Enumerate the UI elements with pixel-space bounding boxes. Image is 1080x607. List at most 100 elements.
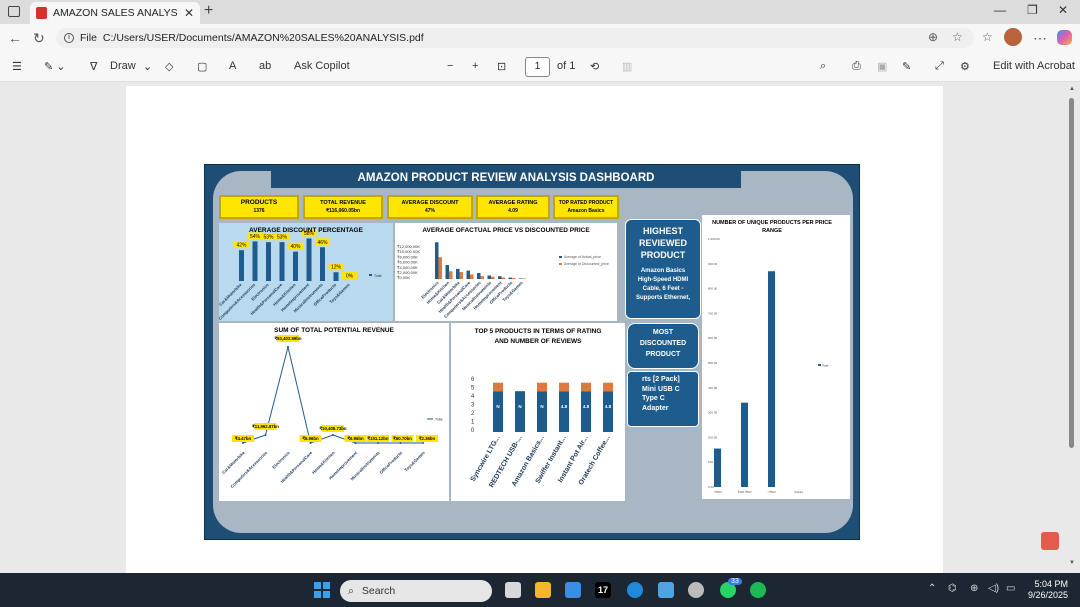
zoom-icon[interactable]: ⊕: [928, 30, 938, 44]
edge-icon[interactable]: [627, 582, 643, 598]
language-icon[interactable]: ⊕: [970, 583, 978, 594]
data-label: 53%: [263, 235, 274, 241]
product-line: Type C: [642, 395, 665, 402]
taskbar-search[interactable]: ⌕ Search: [340, 580, 492, 602]
product-line: Cable, 6 Feet -: [642, 286, 684, 292]
tab-pdf[interactable]: AMAZON SALES ANALYSIS.pdf ✕: [30, 2, 200, 24]
discounted-price-bar: [501, 277, 505, 279]
translate-icon[interactable]: ab: [259, 60, 271, 72]
minimize-icon[interactable]: —: [994, 3, 1006, 17]
bar-label: N: [540, 404, 543, 409]
network-icon[interactable]: ⌬: [948, 583, 957, 594]
fullscreen-icon[interactable]: ⤢: [935, 60, 944, 73]
legend-swatch: [559, 263, 562, 265]
volume-icon[interactable]: ◁): [988, 583, 999, 594]
ask-copilot-button[interactable]: Ask Copilot: [294, 60, 350, 72]
discount-bar: [266, 242, 271, 281]
avatar[interactable]: [1004, 28, 1022, 46]
draw-icon[interactable]: ∇: [90, 60, 97, 73]
highlight-icon[interactable]: ✎ ⌄: [44, 60, 66, 73]
scroll-up-icon[interactable]: ▲: [1069, 86, 1075, 92]
settings-gear-icon[interactable]: ⚙: [960, 60, 970, 73]
card-title-line: DISCOUNTED: [639, 340, 687, 347]
page-number-input[interactable]: 1: [525, 57, 550, 77]
system-clock[interactable]: 5:04 PM 9/26/2025: [1020, 579, 1068, 601]
scroll-down-icon[interactable]: ▼: [1069, 560, 1075, 566]
battery-icon[interactable]: ▭: [1006, 583, 1015, 594]
fit-page-icon[interactable]: ⊡: [497, 60, 506, 73]
file-explorer-icon[interactable]: [535, 582, 551, 598]
close-window-icon[interactable]: ✕: [1058, 3, 1068, 17]
read-aloud-icon[interactable]: A: [229, 60, 236, 72]
rotate-icon[interactable]: ⟲: [590, 60, 599, 73]
print-icon[interactable]: ⎙: [852, 60, 861, 73]
clock-time: 5:04 PM: [1034, 579, 1068, 589]
draw-dropdown-icon[interactable]: ⌄: [143, 60, 152, 73]
zoom-out-icon[interactable]: −: [447, 60, 453, 72]
start-windows-icon[interactable]: [314, 582, 330, 598]
more-menu-icon[interactable]: ⋯: [1033, 30, 1047, 47]
page-view-icon[interactable]: ▥: [622, 60, 632, 73]
bar-label: N: [518, 404, 521, 409]
discount-bar: [293, 251, 298, 281]
tab-title: AMAZON SALES ANALYSIS.pdf: [53, 7, 178, 19]
panel-title: AVERAGE DISCOUNT PERCENTAGE: [249, 227, 363, 234]
favorite-star-icon[interactable]: ☆: [952, 30, 963, 44]
highest-reviewed-card: HIGHEST REVIEWED PRODUCT Amazon Basics H…: [625, 219, 701, 319]
clock-app-icon[interactable]: [688, 582, 704, 598]
actual-price-bar: [477, 273, 481, 279]
info-icon[interactable]: i: [64, 33, 74, 43]
show-hidden-icons-icon[interactable]: ⌃: [928, 583, 936, 594]
search-icon[interactable]: ⌕: [820, 60, 826, 73]
address-bar-row: ← ↻ i File C:/Users/USER/Documents/AMAZO…: [0, 24, 1080, 52]
kpi-value: 4.09: [508, 208, 518, 214]
new-tab-icon[interactable]: +: [204, 2, 213, 20]
revenue-point: [422, 442, 424, 444]
kpi-value: 1376: [253, 208, 265, 214]
close-tab-icon[interactable]: ✕: [184, 6, 194, 20]
text-box-icon[interactable]: ▢: [197, 60, 207, 73]
task-view-icon[interactable]: [505, 582, 521, 598]
price-range-panel: NUMBER OF UNIQUE PRODUCTS PER PRICE RANG…: [702, 215, 850, 499]
bar-label: 4.8: [561, 404, 568, 409]
copilot-app-icon[interactable]: [565, 582, 581, 598]
erase-icon[interactable]: ◇: [165, 60, 173, 73]
card-title-line: HIGHEST: [642, 226, 683, 236]
capcut-icon[interactable]: 17: [595, 582, 611, 598]
url-prefix: File: [80, 32, 97, 44]
kpi-value: 47%: [424, 208, 435, 214]
favorites-icon[interactable]: ☆: [982, 30, 993, 44]
scrollbar[interactable]: ▲ ▼: [1067, 84, 1077, 571]
y-tick-label: 700.00: [708, 311, 718, 315]
scroll-thumb[interactable]: [1069, 98, 1074, 448]
spotify-icon[interactable]: [750, 582, 766, 598]
y-tick-label: 0: [471, 428, 475, 434]
draw-button[interactable]: Draw: [110, 60, 136, 72]
restore-icon[interactable]: ❐: [1027, 3, 1038, 17]
taskbar: ⌕ Search 17 33 ⌃ ⌬ ⊕ ◁) ▭ 5:04 PM 9/26/2…: [0, 573, 1080, 607]
acrobat-icon[interactable]: [1041, 532, 1059, 550]
discount-bar: [320, 247, 325, 281]
card-title-line: MOST: [652, 329, 674, 336]
tab-actions-icon[interactable]: [8, 6, 20, 17]
back-icon[interactable]: ←: [8, 30, 22, 46]
y-tick-label: 1,000.00: [708, 237, 720, 241]
address-bar[interactable]: i File C:/Users/USER/Documents/AMAZON%20…: [56, 28, 974, 48]
category-label: OfficeProducts: [378, 450, 403, 475]
edit-with-acrobat-button[interactable]: Edit with Acrobat: [993, 60, 1075, 72]
discounted-price-bar: [522, 278, 526, 279]
refresh-icon[interactable]: ↻: [33, 30, 45, 47]
page-total: of 1: [557, 60, 576, 72]
discounted-price-bar: [449, 271, 453, 279]
contents-icon[interactable]: ☰: [12, 60, 22, 73]
pdf-viewer: AMAZON PRODUCT REVIEW ANALYSIS DASHBOARD…: [0, 82, 1080, 573]
save-icon[interactable]: ▣: [877, 60, 887, 73]
highest-reviewed-product: Amazon Basics High-Speed HDMI Cable, 6 F…: [626, 267, 700, 303]
price-range-chart: 1,000.00 900.00 800.00 700.00 600.00 500.00 40…: [708, 237, 829, 494]
store-icon[interactable]: [658, 582, 674, 598]
y-tick-label: 600.00: [708, 336, 718, 340]
save-as-icon[interactable]: ✎: [902, 60, 911, 73]
copilot-icon[interactable]: [1057, 30, 1072, 45]
zoom-in-icon[interactable]: +: [472, 60, 478, 72]
actual-price-bar: [435, 242, 439, 279]
